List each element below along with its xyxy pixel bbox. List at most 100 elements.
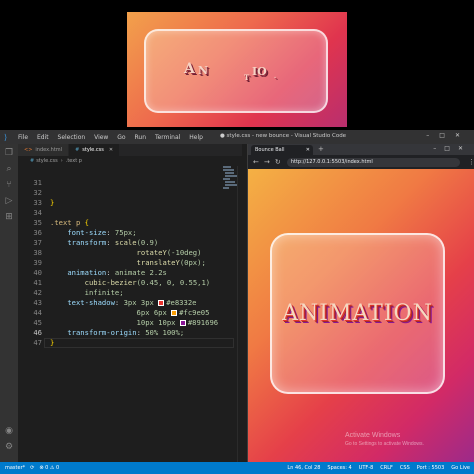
code-text: transform: scale(0.9): [67, 238, 159, 247]
line-number: 46: [33, 328, 42, 337]
line-number: 47: [33, 338, 42, 347]
activation-watermark: Activate Windows Go to Settings to activ…: [345, 432, 424, 448]
line-number: 36: [33, 228, 42, 237]
code-area[interactable]: 31 32 33} 34 35 .text p {36 font-size: 75px; 3…: [18, 178, 218, 348]
code-line[interactable]: 47}: [18, 338, 218, 348]
code-line[interactable]: 46 transform-origin: 50% 100%;: [18, 328, 218, 338]
code-text: transform-origin: 50% 100%;: [67, 328, 185, 337]
account-icon[interactable]: ◉: [4, 426, 14, 436]
browser-tab-strip: Bounce Ball ✕ + –□✕: [248, 144, 474, 155]
vscode-window: ⟩ File Edit Selection View Go Run Termin…: [0, 130, 474, 474]
search-icon[interactable]: ⌕: [4, 164, 14, 174]
code-text: 10px 10px #891696: [50, 318, 219, 328]
css-property: transform: [67, 238, 107, 247]
cursor-position[interactable]: Ln 46, Col 28: [287, 465, 320, 471]
code-text: text-shadow: 3px 3px #e8332e: [67, 298, 197, 307]
menu-file[interactable]: File: [18, 134, 28, 141]
code-line[interactable]: 43 text-shadow: 3px 3px #e8332e: [18, 298, 218, 308]
close-icon[interactable]: ✕: [109, 147, 113, 153]
code-line[interactable]: 35 .text p {: [18, 218, 218, 228]
status-bar: master* ⟳ ⊗ 0 ⚠ 0 Ln 46, Col 28 Spaces: …: [0, 462, 474, 474]
css-value: 6px 6px: [136, 308, 167, 317]
color-value: #fc9e05: [179, 308, 210, 317]
code-line[interactable]: 39 translateY(0px);: [18, 258, 218, 268]
forward-icon[interactable]: →: [264, 158, 270, 166]
breadcrumb-file[interactable]: style.css: [36, 158, 58, 164]
code-line[interactable]: 37 transform: scale(0.9): [18, 238, 218, 248]
color-swatch[interactable]: [158, 300, 165, 306]
css-function: cubic-bezier: [84, 278, 137, 287]
tab-label: index.html: [35, 147, 63, 153]
code-line[interactable]: 32: [18, 188, 218, 198]
code-line[interactable]: 38 rotateY(-10deg): [18, 248, 218, 258]
reload-icon[interactable]: ↻: [275, 158, 281, 166]
code-text: font-size: 75px;: [67, 228, 137, 237]
code-line[interactable]: 34: [18, 208, 218, 218]
encoding-status[interactable]: UTF-8: [359, 465, 374, 471]
menu-run[interactable]: Run: [135, 134, 147, 141]
line-number: 41: [33, 278, 42, 287]
preview-letter: .: [274, 73, 277, 80]
minimap[interactable]: [223, 166, 237, 206]
code-line[interactable]: 36 font-size: 75px;: [18, 228, 218, 238]
back-icon[interactable]: ←: [253, 158, 259, 166]
browser-tab[interactable]: Bounce Ball ✕: [251, 145, 313, 155]
css-file-icon: #: [75, 147, 80, 153]
problems-status[interactable]: ⊗ 0 ⚠ 0: [39, 465, 59, 471]
extensions-icon[interactable]: ⊞: [4, 212, 14, 222]
color-swatch[interactable]: [171, 310, 178, 316]
tab-index-html[interactable]: <> index.html: [18, 144, 70, 156]
language-mode[interactable]: CSS: [400, 465, 410, 471]
menu-go[interactable]: Go: [117, 134, 125, 141]
code-line[interactable]: 40 animation: animate 2.2s: [18, 268, 218, 278]
menu-terminal[interactable]: Terminal: [155, 134, 180, 141]
code-text: cubic-bezier(0.45, 0, 0.55,1): [50, 278, 211, 288]
close-icon[interactable]: ✕: [306, 147, 310, 153]
editor-scrollbar[interactable]: [237, 166, 242, 462]
css-property: text-shadow: [67, 298, 115, 307]
window-controls[interactable]: –□✕: [426, 132, 470, 139]
color-swatch[interactable]: [179, 320, 186, 326]
code-text: animation: animate 2.2s: [67, 268, 167, 277]
code-editor: <> index.html # style.css ✕ # style.css …: [18, 144, 242, 462]
menu-view[interactable]: View: [94, 134, 108, 141]
code-line[interactable]: 31: [18, 178, 218, 188]
web-page: ANIMATION: [248, 169, 474, 462]
code-line[interactable]: 44 6px 6px #fc9e05: [18, 308, 218, 318]
animated-heading: ANIMATION: [282, 301, 433, 326]
tab-style-css[interactable]: # style.css ✕: [69, 144, 121, 156]
port-status[interactable]: Port : 5503: [417, 465, 445, 471]
color-value: #e8332e: [166, 298, 197, 307]
line-number: 31: [33, 178, 42, 187]
go-live-button[interactable]: Go Live: [451, 465, 470, 471]
window-title: ● style.css - new bounce - Visual Studio…: [220, 133, 347, 139]
code-text: 6px 6px #fc9e05: [50, 308, 210, 318]
menu-help[interactable]: Help: [189, 134, 203, 141]
breadcrumb-symbol[interactable]: .text p: [66, 158, 82, 164]
source-control-icon[interactable]: ⑂: [4, 180, 14, 190]
sync-icon[interactable]: ⟳: [30, 465, 34, 471]
menu-bar: File Edit Selection View Go Run Terminal…: [18, 134, 210, 141]
animation-preview: A N T IO .: [127, 12, 347, 127]
code-line[interactable]: 42 infinite;: [18, 288, 218, 298]
indentation-status[interactable]: Spaces: 4: [327, 465, 351, 471]
eol-status[interactable]: CRLF: [380, 465, 393, 471]
menu-selection[interactable]: Selection: [58, 134, 86, 141]
explorer-icon[interactable]: ❐: [4, 148, 14, 158]
code-text: }: [50, 198, 54, 208]
code-text: translateY(0px);: [50, 258, 206, 268]
code-line[interactable]: 41 cubic-bezier(0.45, 0, 0.55,1): [18, 278, 218, 288]
new-tab-icon[interactable]: +: [318, 145, 324, 153]
run-debug-icon[interactable]: ▷: [4, 196, 14, 206]
code-line[interactable]: 45 10px 10px #891696: [18, 318, 218, 328]
more-icon[interactable]: ⋮: [468, 158, 474, 166]
code-text: rotateY(-10deg): [50, 248, 202, 258]
window-controls[interactable]: –□✕: [433, 145, 471, 152]
code-line[interactable]: 33}: [18, 198, 218, 208]
line-number: 34: [33, 208, 42, 217]
menu-edit[interactable]: Edit: [37, 134, 49, 141]
css-function: translateY: [136, 258, 180, 267]
branch-status[interactable]: master*: [5, 465, 25, 471]
address-bar[interactable]: http://127.0.0.1:5503/index.html: [286, 157, 460, 167]
gear-icon[interactable]: ⚙: [4, 442, 14, 452]
